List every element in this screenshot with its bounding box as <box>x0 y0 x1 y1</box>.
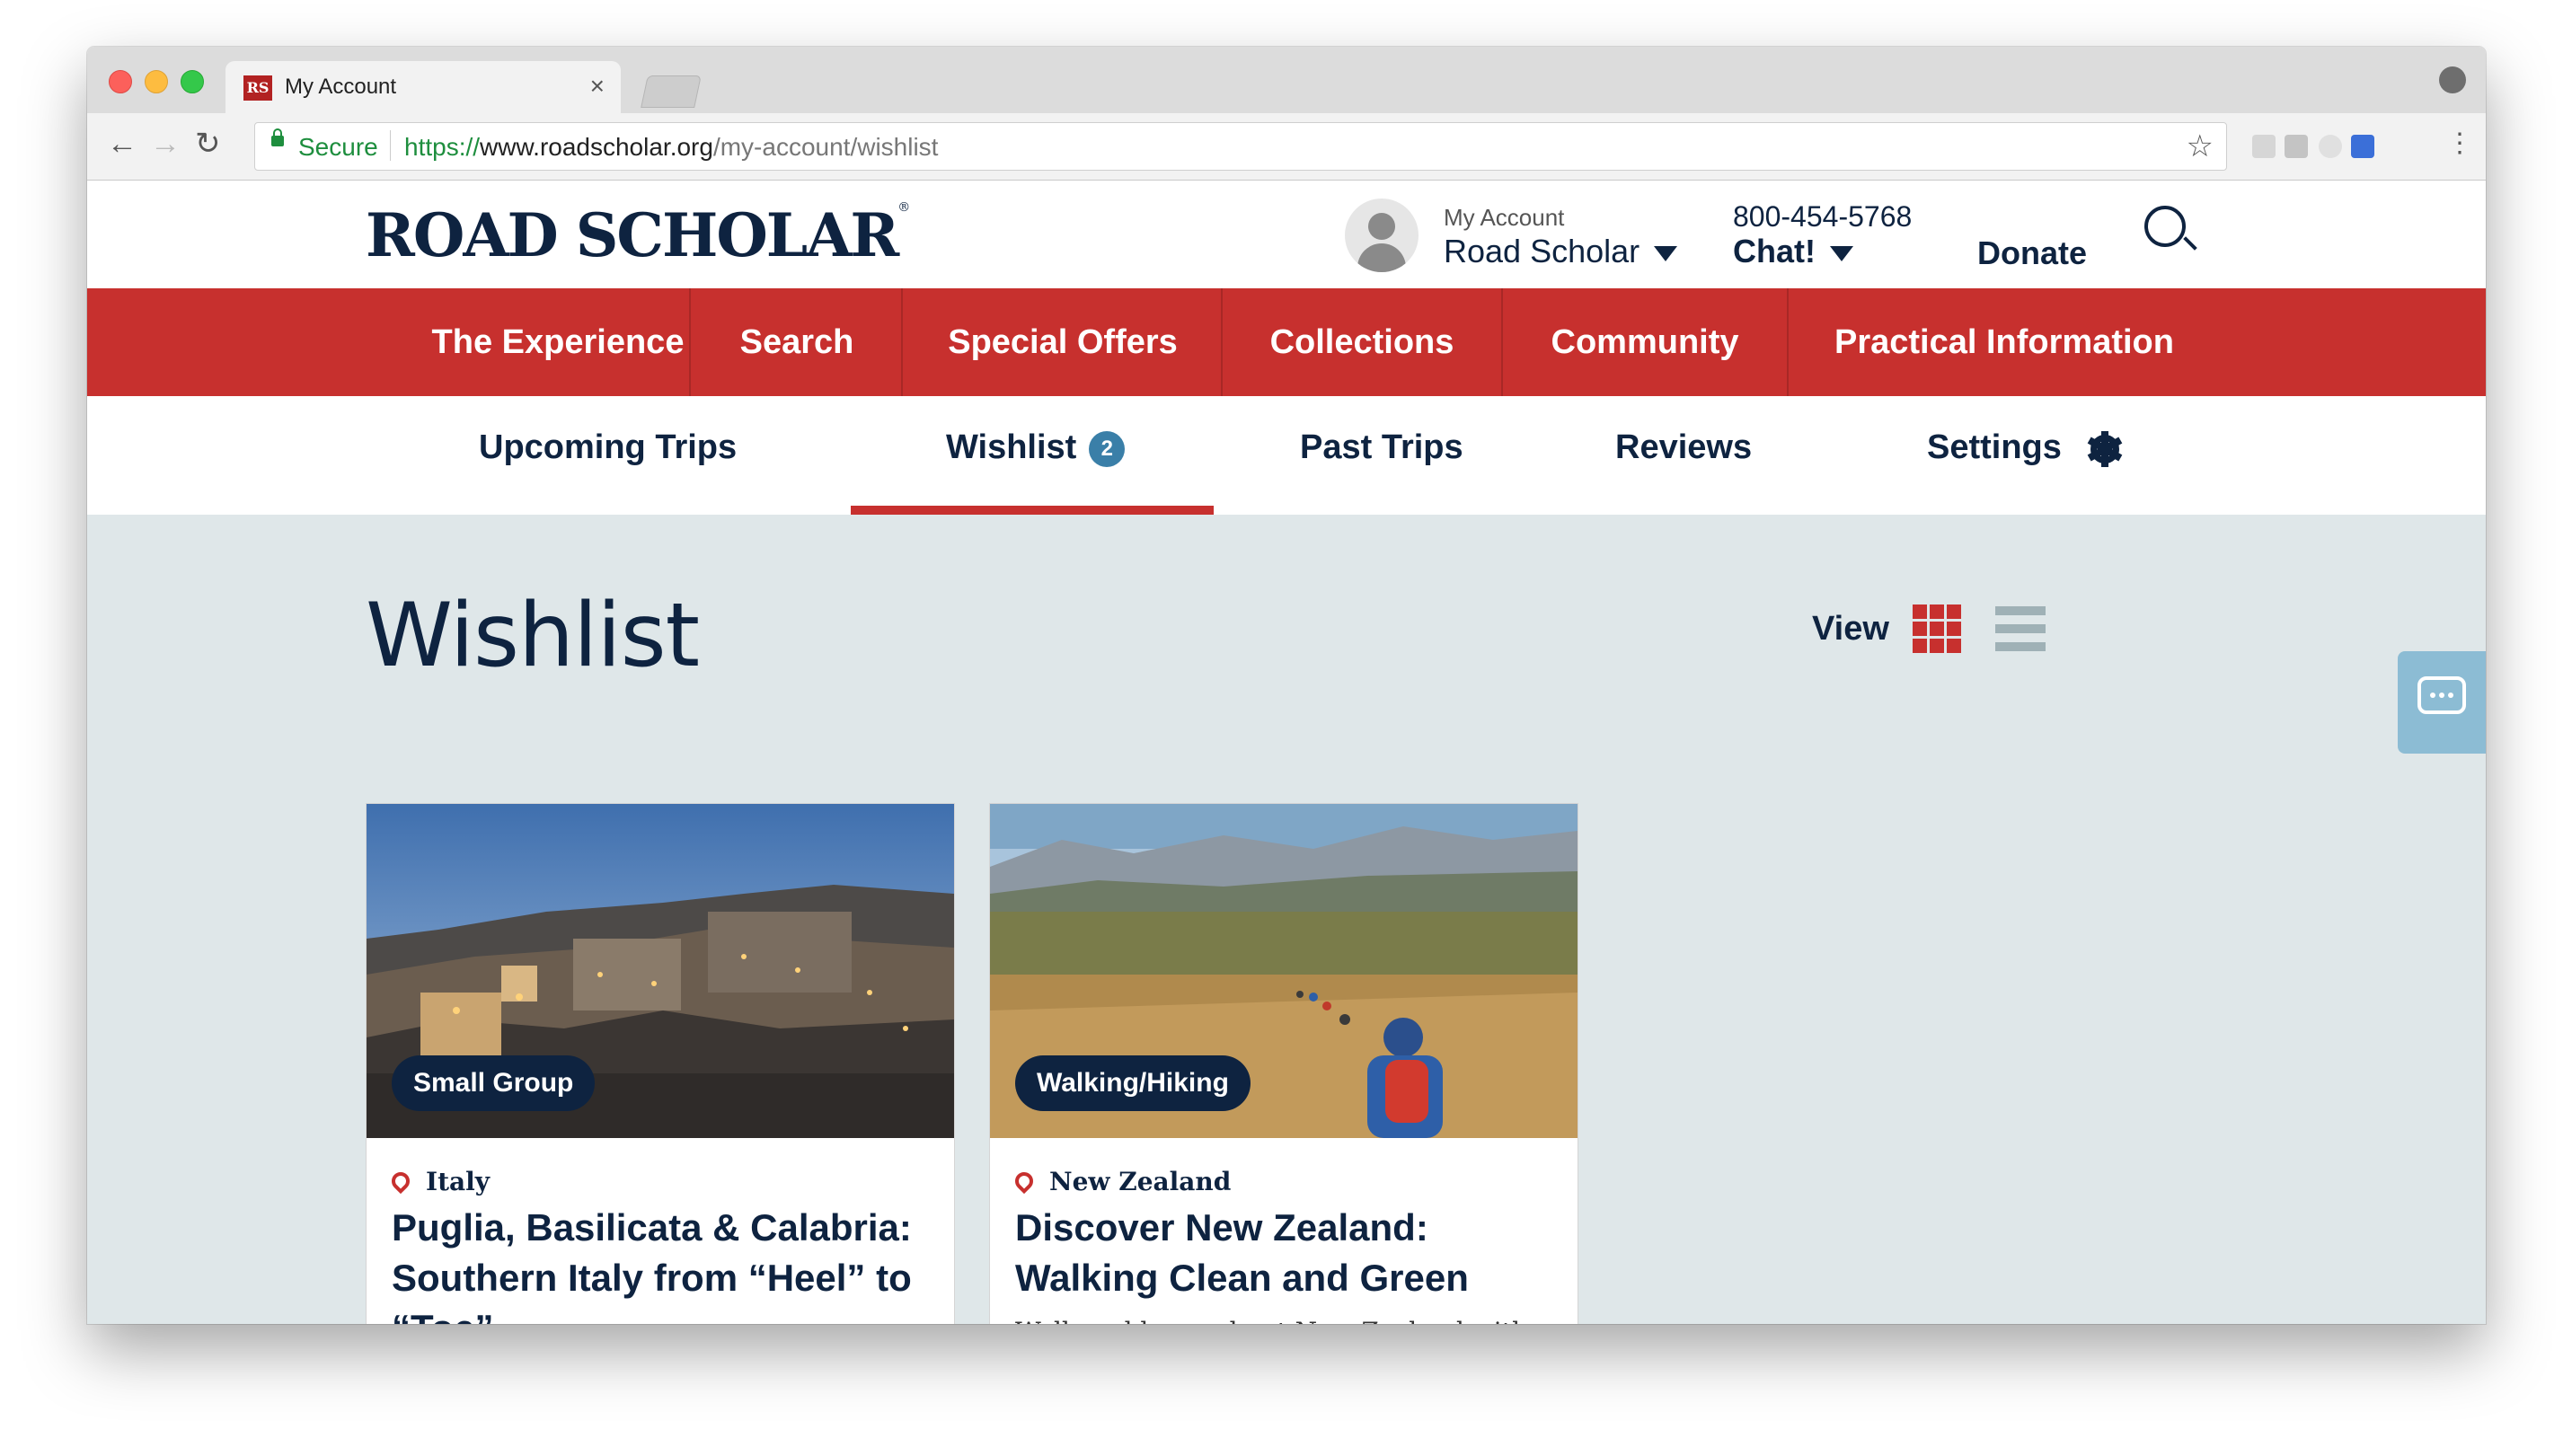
browser-window: RS My Account × ← → ↻ Secure https://www… <box>87 47 2486 1324</box>
map-pin-icon <box>392 1172 410 1196</box>
extension-blocker-icon[interactable] <box>2351 135 2374 158</box>
browser-profile-icon[interactable] <box>2439 66 2466 93</box>
tab-settings-label: Settings <box>1927 428 2062 466</box>
nav-special-offers[interactable]: Special Offers <box>903 288 1223 396</box>
tab-wishlist[interactable]: Wishlist 2 <box>946 428 1126 467</box>
logo-registered-mark: ® <box>897 200 910 215</box>
secure-label: Secure <box>298 133 378 161</box>
maximize-window-button[interactable] <box>181 70 204 93</box>
forward-arrow-icon[interactable]: → <box>150 126 181 162</box>
nav-community[interactable]: Community <box>1503 288 1787 396</box>
trip-type-tag: Walking/Hiking <box>1015 1055 1251 1111</box>
browser-toolbar: ← → ↻ Secure https://www.roadscholar.org… <box>87 113 2486 181</box>
nav-search[interactable]: Search <box>691 288 903 396</box>
reload-icon[interactable]: ↻ <box>195 126 221 162</box>
account-name: Road Scholar <box>1444 233 1640 269</box>
minimize-window-button[interactable] <box>145 70 168 93</box>
tab-title: My Account <box>285 75 397 99</box>
url-divider <box>390 130 391 161</box>
tab-past-trips[interactable]: Past Trips <box>1300 428 1463 467</box>
new-tab-button[interactable] <box>641 75 702 108</box>
browser-tab[interactable]: RS My Account × <box>225 61 621 113</box>
extension-print-icon[interactable] <box>2252 135 2276 158</box>
phone-number[interactable]: 800-454-5768 <box>1733 200 1912 234</box>
chat-label: Chat! <box>1733 233 1816 269</box>
account-sub-nav: Upcoming Trips Wishlist 2 Past Trips Revi… <box>87 396 2486 515</box>
wishlist-count-badge: 2 <box>1089 430 1126 467</box>
url-path: /my-account/wishlist <box>712 133 939 161</box>
site-header: ROAD SCHOLAR® My Account Road Scholar 80… <box>87 181 2486 288</box>
nav-the-experience[interactable]: The Experience <box>398 288 718 396</box>
list-view-icon[interactable] <box>1995 606 2046 653</box>
trip-location-text: New Zealand <box>1049 1167 1232 1196</box>
tab-settings[interactable]: Settings <box>1927 428 2123 467</box>
chat-bubble-icon <box>2417 676 2466 714</box>
url-scheme: https:// <box>404 133 481 161</box>
chat-widget-button[interactable] <box>2398 651 2486 754</box>
chevron-down-icon <box>1654 245 1678 261</box>
wishlist-card[interactable]: Walking/Hiking New Zealand Discover New … <box>989 803 1578 1324</box>
wishlist-card[interactable]: Small Group Italy Puglia, Basilicata & C… <box>366 803 955 1324</box>
extension-circle-icon[interactable] <box>2319 135 2342 158</box>
url-text[interactable]: https://www.roadscholar.org/my-account/w… <box>404 133 938 162</box>
page-title: Wishlist <box>366 585 700 687</box>
search-icon[interactable] <box>2144 206 2186 247</box>
account-menu[interactable]: Road Scholar <box>1444 233 1678 270</box>
web-page: ROAD SCHOLAR® My Account Road Scholar 80… <box>87 181 2486 1324</box>
lock-icon <box>271 128 284 146</box>
nav-practical-information[interactable]: Practical Information <box>1789 288 2220 396</box>
close-window-button[interactable] <box>109 70 132 93</box>
account-label: My Account <box>1444 204 1565 231</box>
logo-text: ROAD SCHOLAR <box>366 200 899 270</box>
tab-reviews[interactable]: Reviews <box>1615 428 1752 467</box>
grid-view-icon[interactable] <box>1913 604 1961 653</box>
trip-photo-matera[interactable]: Small Group <box>367 804 954 1138</box>
nav-collections[interactable]: Collections <box>1223 288 1501 396</box>
url-host: www.roadscholar.org <box>480 133 713 161</box>
bookmark-star-icon[interactable]: ☆ <box>2187 128 2214 164</box>
tab-upcoming-trips[interactable]: Upcoming Trips <box>479 428 737 467</box>
tab-wishlist-label: Wishlist <box>946 428 1077 466</box>
map-pin-icon <box>1015 1172 1033 1196</box>
address-bar[interactable]: Secure https://www.roadscholar.org/my-ac… <box>254 122 2227 171</box>
trip-location: New Zealand <box>1015 1167 1231 1196</box>
back-arrow-icon[interactable]: ← <box>107 126 137 162</box>
trip-description: Walk and learn about New Zealand with <box>1015 1314 1554 1324</box>
trip-title[interactable]: Puglia, Basilicata & Calabria: Southern … <box>392 1203 931 1324</box>
browser-menu-icon[interactable]: ⋮ <box>2446 126 2473 162</box>
avatar[interactable] <box>1345 199 1419 272</box>
main-nav: The Experience Search Special Offers Col… <box>87 288 2486 396</box>
trip-location-text: Italy <box>426 1167 491 1196</box>
favicon-icon: RS <box>243 75 272 101</box>
trip-title[interactable]: Discover New Zealand: Walking Clean and … <box>1015 1203 1554 1303</box>
trip-photo-new-zealand[interactable]: Walking/Hiking <box>990 804 1578 1138</box>
active-tab-indicator <box>851 506 1214 515</box>
extension-g-icon[interactable] <box>2285 135 2308 158</box>
gear-icon <box>2087 430 2123 467</box>
donate-link[interactable]: Donate <box>1977 234 2087 272</box>
close-tab-icon[interactable]: × <box>590 72 605 101</box>
chat-menu[interactable]: Chat! <box>1733 233 1853 270</box>
trip-type-tag: Small Group <box>392 1055 596 1111</box>
road-scholar-logo[interactable]: ROAD SCHOLAR® <box>366 200 910 270</box>
tab-strip: RS My Account × <box>87 47 2486 113</box>
chevron-down-icon <box>1830 245 1853 261</box>
trip-location: Italy <box>392 1167 490 1196</box>
view-label: View <box>1812 610 1889 648</box>
